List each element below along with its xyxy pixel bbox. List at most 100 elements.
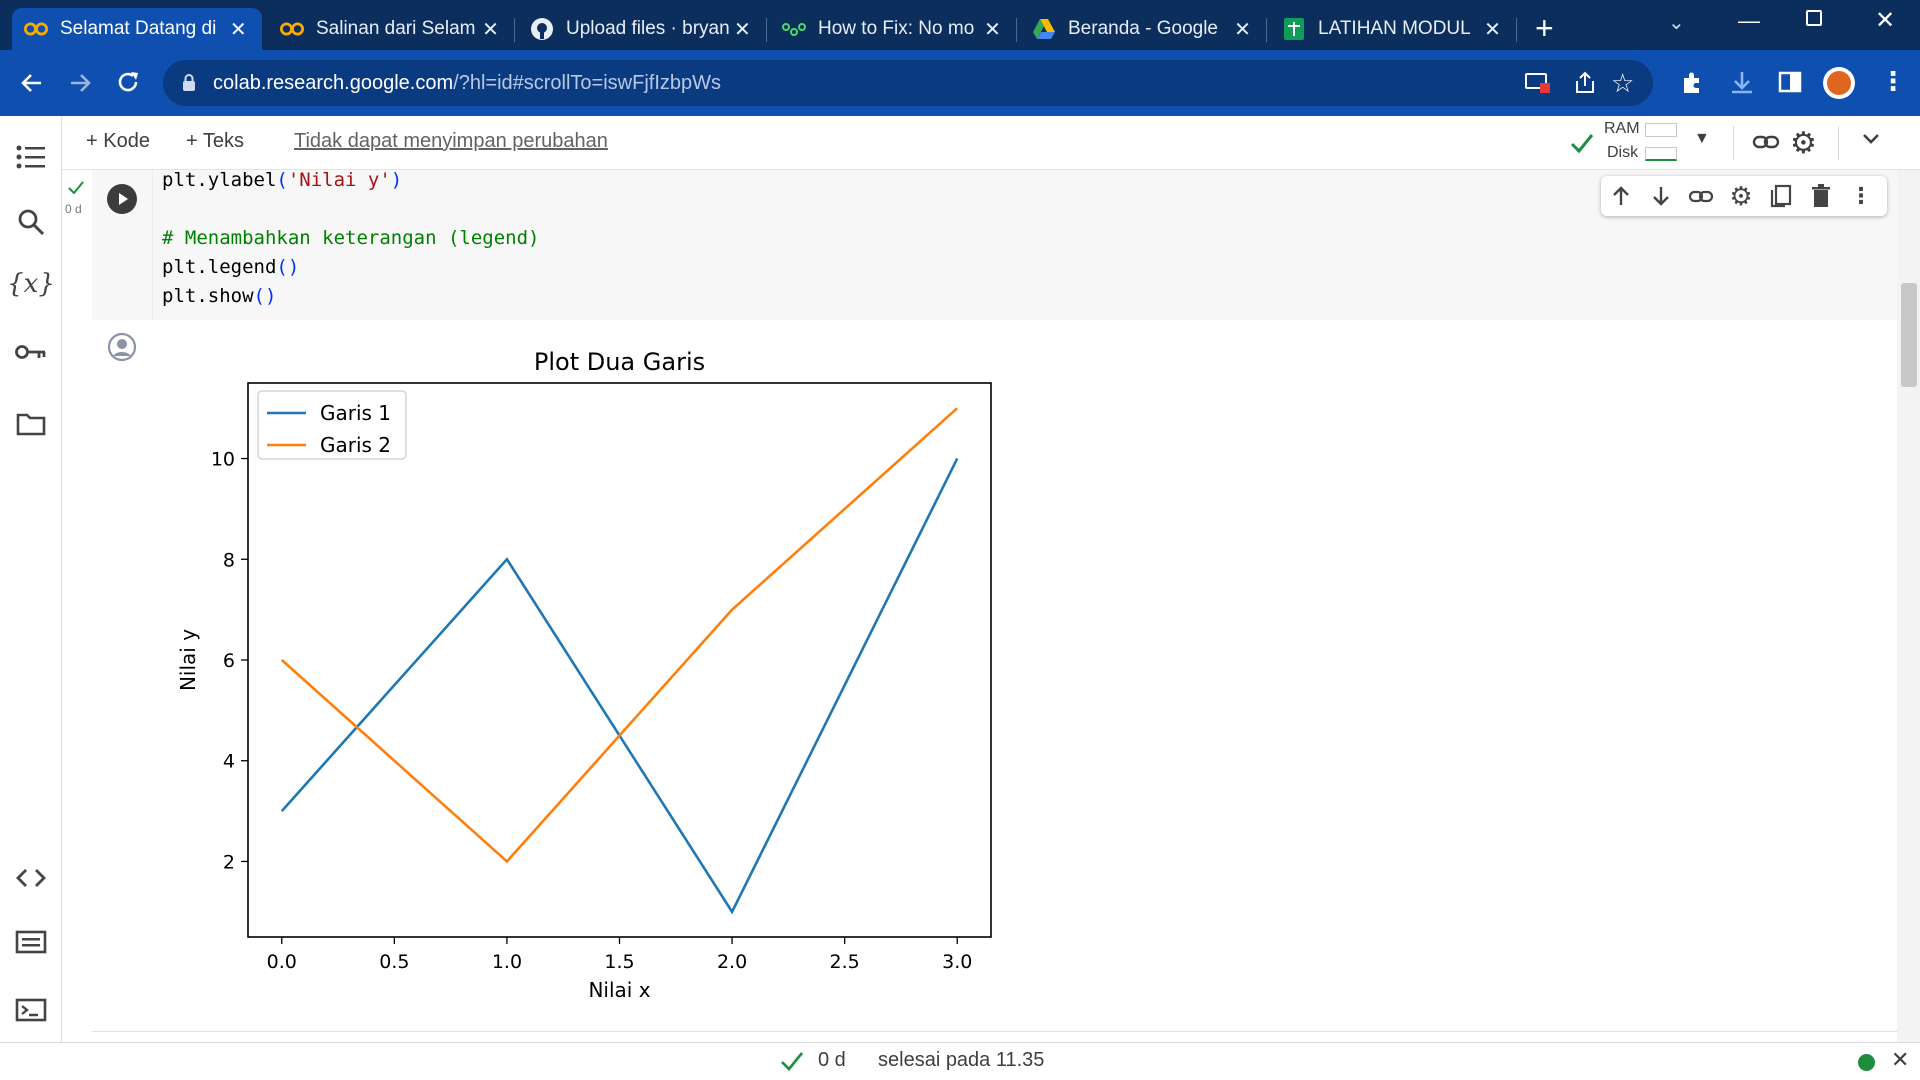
browser-menu-icon[interactable]: ⋮: [1880, 66, 1906, 97]
code-line[interactable]: plt.legend(): [162, 253, 540, 282]
browser-tab-strip: Selamat Datang di ✕ Salinan dari Selam ✕…: [0, 0, 1920, 50]
add-code-button[interactable]: + Kode: [86, 130, 150, 153]
cell-settings-gear-icon[interactable]: ⚙: [1727, 181, 1755, 211]
code-snippets-icon[interactable]: [13, 860, 49, 896]
tab-title: LATIHAN MODUL: [1318, 18, 1471, 39]
y-tick-label: 8: [223, 549, 235, 571]
close-icon[interactable]: ✕: [731, 17, 754, 42]
status-check-icon: [780, 1050, 804, 1077]
terminal-icon[interactable]: [13, 992, 49, 1028]
restore-icon[interactable]: [1806, 10, 1822, 26]
tab-selamat-datang[interactable]: Selamat Datang di ✕: [12, 8, 262, 50]
status-message: selesai pada 11.35: [878, 1049, 1045, 1071]
link-icon[interactable]: [1752, 130, 1780, 159]
new-tab-plus-icon[interactable]: +: [1535, 10, 1554, 47]
translate-blocked-icon[interactable]: [1525, 71, 1551, 100]
bookmark-star-icon[interactable]: ☆: [1611, 68, 1634, 99]
output-avatar-icon[interactable]: [107, 332, 137, 367]
code-editor[interactable]: plt.ylabel('Nilai y') # Menambahkan keter…: [162, 166, 540, 311]
tab-upload-files[interactable]: Upload files · bryan ✕: [518, 8, 766, 50]
tab-title: Upload files · bryan: [566, 18, 730, 39]
colab-toolbar: + Kode + Teks Tidak dapat menyimpan peru…: [0, 116, 1920, 170]
tab-title: Beranda - Google: [1068, 18, 1218, 39]
forward-arrow-icon[interactable]: [62, 65, 98, 101]
runtime-dropdown-icon[interactable]: ▼: [1694, 130, 1710, 148]
close-icon[interactable]: ✕: [1481, 17, 1504, 42]
delete-trash-icon[interactable]: [1807, 182, 1835, 210]
tab-how-to-fix[interactable]: How to Fix: No mo ✕: [770, 8, 1016, 50]
run-cell-button[interactable]: [107, 184, 137, 214]
cell-more-menu-icon[interactable]: ⋮: [1847, 182, 1875, 210]
browser-toolbar: colab.research.google.com/?hl=id#scrollT…: [0, 50, 1920, 116]
plot-frame: [247, 382, 992, 938]
colab-icon: [24, 17, 48, 41]
close-icon[interactable]: ✕: [1231, 17, 1254, 42]
variables-icon[interactable]: {x}: [7, 266, 55, 302]
tab-salinan[interactable]: Salinan dari Selam ✕: [268, 8, 514, 50]
close-icon[interactable]: ✕: [479, 17, 502, 42]
drive-icon: [1032, 17, 1056, 41]
table-of-contents-icon[interactable]: [13, 139, 49, 175]
y-tick-label: 6: [223, 650, 235, 672]
status-exec-time: 0 d: [818, 1049, 846, 1071]
extensions-puzzle-icon[interactable]: [1680, 70, 1706, 101]
x-tick-label: 2.0: [717, 951, 747, 973]
close-icon[interactable]: ✕: [981, 17, 1004, 42]
y-tick-label: 2: [223, 851, 235, 873]
tab-search-chevron-icon[interactable]: ⌄: [1668, 10, 1685, 35]
connected-check-icon: [1570, 132, 1594, 159]
download-icon[interactable]: [1729, 70, 1755, 101]
x-tick-label: 0.5: [379, 951, 409, 973]
secrets-key-icon[interactable]: [13, 334, 49, 370]
github-icon: [530, 17, 554, 41]
tab-latihan-modul[interactable]: LATIHAN MODUL ✕: [1270, 8, 1516, 50]
add-text-button[interactable]: + Teks: [186, 130, 244, 153]
mirror-cell-icon[interactable]: [1767, 182, 1795, 210]
lock-icon[interactable]: [181, 73, 197, 98]
close-icon[interactable]: ✕: [227, 17, 251, 42]
reload-icon[interactable]: [110, 65, 146, 101]
move-down-arrow-icon[interactable]: [1647, 182, 1675, 210]
status-close-icon[interactable]: ✕: [1891, 1047, 1909, 1073]
profile-avatar[interactable]: [1823, 67, 1855, 99]
x-tick-label: 1.0: [492, 951, 522, 973]
code-line[interactable]: plt.ylabel('Nilai y'): [162, 166, 540, 195]
cell-link-icon[interactable]: [1687, 182, 1715, 210]
disk-meter[interactable]: [1645, 147, 1677, 161]
scrollbar-thumb[interactable]: [1901, 283, 1917, 387]
search-icon[interactable]: [13, 204, 49, 240]
tab-beranda-google[interactable]: Beranda - Google ✕: [1020, 8, 1266, 50]
unsaved-notice-link[interactable]: Tidak dapat menyimpan perubahan: [294, 130, 608, 153]
collapse-chevron-icon[interactable]: [1860, 128, 1882, 156]
command-palette-icon[interactable]: [13, 924, 49, 960]
side-panel-icon[interactable]: [1778, 70, 1802, 99]
ram-meter[interactable]: [1645, 123, 1677, 137]
left-sidebar: {x}: [0, 116, 62, 1042]
sheets-icon: [1282, 17, 1306, 41]
code-line[interactable]: # Menambahkan keterangan (legend): [162, 224, 540, 253]
move-up-arrow-icon[interactable]: [1607, 182, 1635, 210]
status-bar: 0 d selesai pada 11.35 ✕: [0, 1042, 1920, 1080]
code-line[interactable]: plt.show(): [162, 282, 540, 311]
x-tick-label: 0.0: [267, 951, 297, 973]
colab-icon: [280, 17, 304, 41]
files-folder-icon[interactable]: [13, 406, 49, 442]
cell-toolbar: ⚙ ⋮: [1601, 176, 1887, 216]
minimize-icon[interactable]: —: [1738, 8, 1760, 34]
url-text: colab.research.google.com/?hl=id#scrollT…: [213, 72, 722, 94]
share-icon[interactable]: [1573, 71, 1597, 100]
ram-label: RAM: [1604, 120, 1640, 137]
back-arrow-icon[interactable]: [14, 65, 50, 101]
window-close-icon[interactable]: ✕: [1875, 6, 1895, 35]
address-bar[interactable]: colab.research.google.com/?hl=id#scrollT…: [163, 60, 1653, 106]
cell-exec-time: 0 d: [65, 202, 82, 216]
legend-label-2: Garis 2: [320, 433, 391, 457]
code-line[interactable]: [162, 195, 540, 224]
y-axis-label: Nilai y: [176, 629, 200, 691]
x-tick-label: 3.0: [942, 951, 972, 973]
legend-label-1: Garis 1: [320, 401, 391, 425]
settings-gear-icon[interactable]: ⚙: [1790, 126, 1817, 161]
disk-label: Disk: [1607, 144, 1639, 161]
x-tick-label: 1.5: [604, 951, 634, 973]
connection-status-dot: [1858, 1054, 1875, 1071]
